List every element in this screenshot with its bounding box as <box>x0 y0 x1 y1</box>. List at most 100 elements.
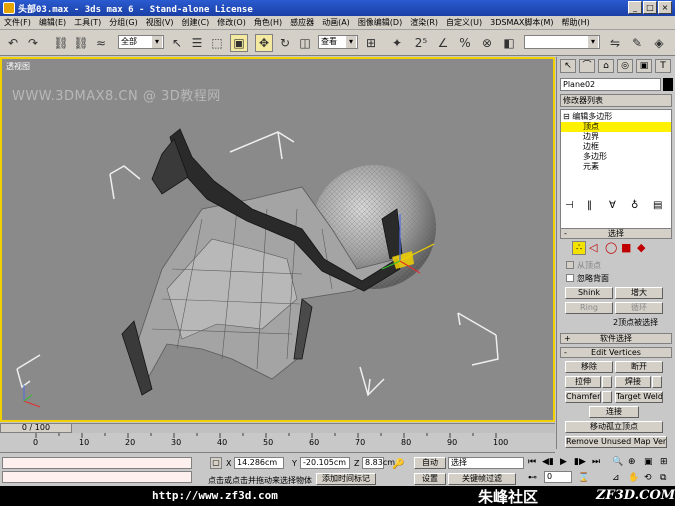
border-mode-icon[interactable]: ◯ <box>605 241 617 254</box>
bind-space-warp-icon[interactable]: ≈ <box>92 34 110 52</box>
redo-icon[interactable]: ↷ <box>24 34 42 52</box>
snap-toggle-icon[interactable]: 2⁵ <box>412 34 430 52</box>
unlink-icon[interactable]: ⛓ <box>72 34 90 52</box>
stack-item-border[interactable]: 边界 <box>583 132 599 142</box>
arc-rotate-icon[interactable]: ⟲ <box>644 473 652 483</box>
motion-tab-icon[interactable]: ◎ <box>617 59 633 73</box>
menu-help[interactable]: 帮助(H) <box>561 17 589 28</box>
menu-reactor[interactable]: 感应器 <box>290 17 314 28</box>
layer-manager-icon[interactable]: ◈ <box>650 34 668 52</box>
time-slider[interactable]: 0 / 100 <box>0 423 72 433</box>
z-coordinate-field[interactable]: 8.83cm <box>362 457 395 469</box>
menu-tools[interactable]: 工具(T) <box>74 17 101 28</box>
select-link-icon[interactable]: ⛓ <box>52 34 70 52</box>
chamfer-settings-button[interactable] <box>602 391 612 403</box>
zoom-extents-icon[interactable]: ▣ <box>644 457 653 467</box>
by-vertex-checkbox[interactable] <box>566 261 574 269</box>
target-weld-button[interactable]: Target Weld <box>615 391 663 403</box>
edge-mode-icon[interactable]: ◁ <box>589 241 597 254</box>
create-tab-icon[interactable]: ↖ <box>560 59 576 73</box>
menu-graph-editors[interactable]: 图像编辑(D) <box>358 17 402 28</box>
angle-snap-icon[interactable]: ∠ <box>434 34 452 52</box>
display-tab-icon[interactable]: ▣ <box>636 59 652 73</box>
polygon-mode-icon[interactable]: ■ <box>621 241 631 254</box>
auto-key-button[interactable]: 自动 <box>414 457 446 469</box>
selection-filter-dropdown[interactable]: 全部 <box>118 35 164 49</box>
remove-modifier-icon[interactable]: ♁ <box>631 200 638 211</box>
menu-maxscript[interactable]: 3DSMAX脚本(M) <box>490 17 553 28</box>
spinner-snap-icon[interactable]: ⊗ <box>478 34 496 52</box>
utilities-tab-icon[interactable]: T <box>655 59 671 73</box>
extrude-button[interactable]: 拉伸 <box>565 376 601 388</box>
configure-sets-icon[interactable]: ▤ <box>653 200 662 211</box>
set-key-button[interactable]: 设置 <box>414 473 446 485</box>
field-of-view-icon[interactable]: ⊿ <box>612 473 620 483</box>
zoom-icon[interactable]: 🔍 <box>612 457 623 467</box>
modifier-list-dropdown[interactable]: 修改器列表 <box>560 94 672 107</box>
grow-button[interactable]: 增大 <box>615 287 663 299</box>
maximize-button[interactable]: □ <box>643 1 657 14</box>
ring-button[interactable]: Ring <box>565 302 613 314</box>
lock-selection-icon[interactable]: ▢ <box>210 457 222 469</box>
remove-button[interactable]: 移除 <box>565 361 613 373</box>
shrink-button[interactable]: Shink <box>565 287 613 299</box>
perspective-viewport[interactable]: 透视图 WWW.3DMAX8.CN @ 3D教程网 <box>0 57 555 422</box>
rectangular-selection-icon[interactable]: ⬚ <box>208 34 226 52</box>
mirror-icon[interactable]: ⇋ <box>606 34 624 52</box>
menu-create[interactable]: 创建(C) <box>181 17 209 28</box>
key-icon[interactable]: 🔑 <box>392 459 404 470</box>
key-mode-icon[interactable]: ⊷ <box>528 473 537 483</box>
select-move-icon[interactable]: ✥ <box>255 34 273 52</box>
viewport-scene[interactable] <box>2 59 553 420</box>
loop-button[interactable]: 循环 <box>615 302 663 314</box>
weld-button[interactable]: 焊接 <box>615 376 651 388</box>
break-button[interactable]: 断开 <box>615 361 663 373</box>
maximize-viewport-icon[interactable]: ⧉ <box>660 473 666 483</box>
extrude-settings-button[interactable] <box>602 376 612 388</box>
named-selection-icon[interactable]: ◧ <box>500 34 518 52</box>
crossing-selection-icon[interactable]: ▣ <box>230 34 248 52</box>
maxscript-output-field[interactable] <box>2 471 192 483</box>
menu-customize[interactable]: 自定义(U) <box>446 17 482 28</box>
modify-tab-icon[interactable]: ⌒ <box>579 59 595 73</box>
menu-modify[interactable]: 修改(O) <box>217 17 246 28</box>
select-by-name-icon[interactable]: ☰ <box>188 34 206 52</box>
selection-set-dropdown[interactable]: 选择 <box>448 457 524 469</box>
zoom-all-icon[interactable]: ⊕ <box>628 457 636 467</box>
stack-item-element[interactable]: 元素 <box>583 162 599 172</box>
show-end-result-icon[interactable]: ‖ <box>587 200 592 211</box>
menu-view[interactable]: 视图(V) <box>146 17 174 28</box>
x-coordinate-field[interactable]: 14.286cm <box>234 457 284 469</box>
go-to-start-icon[interactable]: ⏮ <box>528 457 536 467</box>
maxscript-listener-field[interactable] <box>2 457 192 469</box>
play-icon[interactable]: ▶ <box>560 457 567 467</box>
remove-unused-map-verts-button[interactable]: Remove Unused Map Verts <box>565 436 667 448</box>
weld-settings-button[interactable] <box>652 376 662 388</box>
add-time-tag-button[interactable]: 添加时间标记 <box>316 473 376 485</box>
align-icon[interactable]: ✎ <box>628 34 646 52</box>
element-mode-icon[interactable]: ◆ <box>637 241 645 254</box>
next-frame-icon[interactable]: ▮▶ <box>574 457 586 467</box>
app-icon[interactable] <box>3 2 15 14</box>
pin-stack-icon[interactable]: ⊣ <box>565 200 574 211</box>
object-color-swatch[interactable] <box>663 78 673 91</box>
menu-character[interactable]: 角色(H) <box>254 17 282 28</box>
make-unique-icon[interactable]: ∀ <box>609 200 616 211</box>
stack-item-edit-poly[interactable]: ⊟ 编辑多边形 <box>563 112 612 122</box>
close-button[interactable]: × <box>658 1 672 14</box>
go-to-end-icon[interactable]: ⏭ <box>592 457 600 467</box>
vertex-mode-icon[interactable]: ∴ <box>572 241 586 255</box>
zoom-extents-all-icon[interactable]: ⊞ <box>660 457 668 467</box>
time-slider-track[interactable] <box>0 423 555 433</box>
selection-rollout-header[interactable]: - 选择 <box>560 228 672 239</box>
key-filters-button[interactable]: 关键帧过滤 <box>448 473 516 485</box>
object-name-field[interactable]: Plane02 <box>560 78 661 91</box>
reference-coordinate-dropdown[interactable]: 查看 <box>318 35 358 49</box>
pan-icon[interactable]: ✋ <box>628 473 639 483</box>
hierarchy-tab-icon[interactable]: ⌂ <box>598 59 614 73</box>
minimize-button[interactable]: _ <box>628 1 642 14</box>
menu-animation[interactable]: 动画(A) <box>322 17 350 28</box>
select-object-icon[interactable]: ↖ <box>168 34 186 52</box>
chamfer-button[interactable]: Chamfer <box>565 391 601 403</box>
remove-isolated-vertices-button[interactable]: 移动孤立顶点 <box>565 421 663 433</box>
